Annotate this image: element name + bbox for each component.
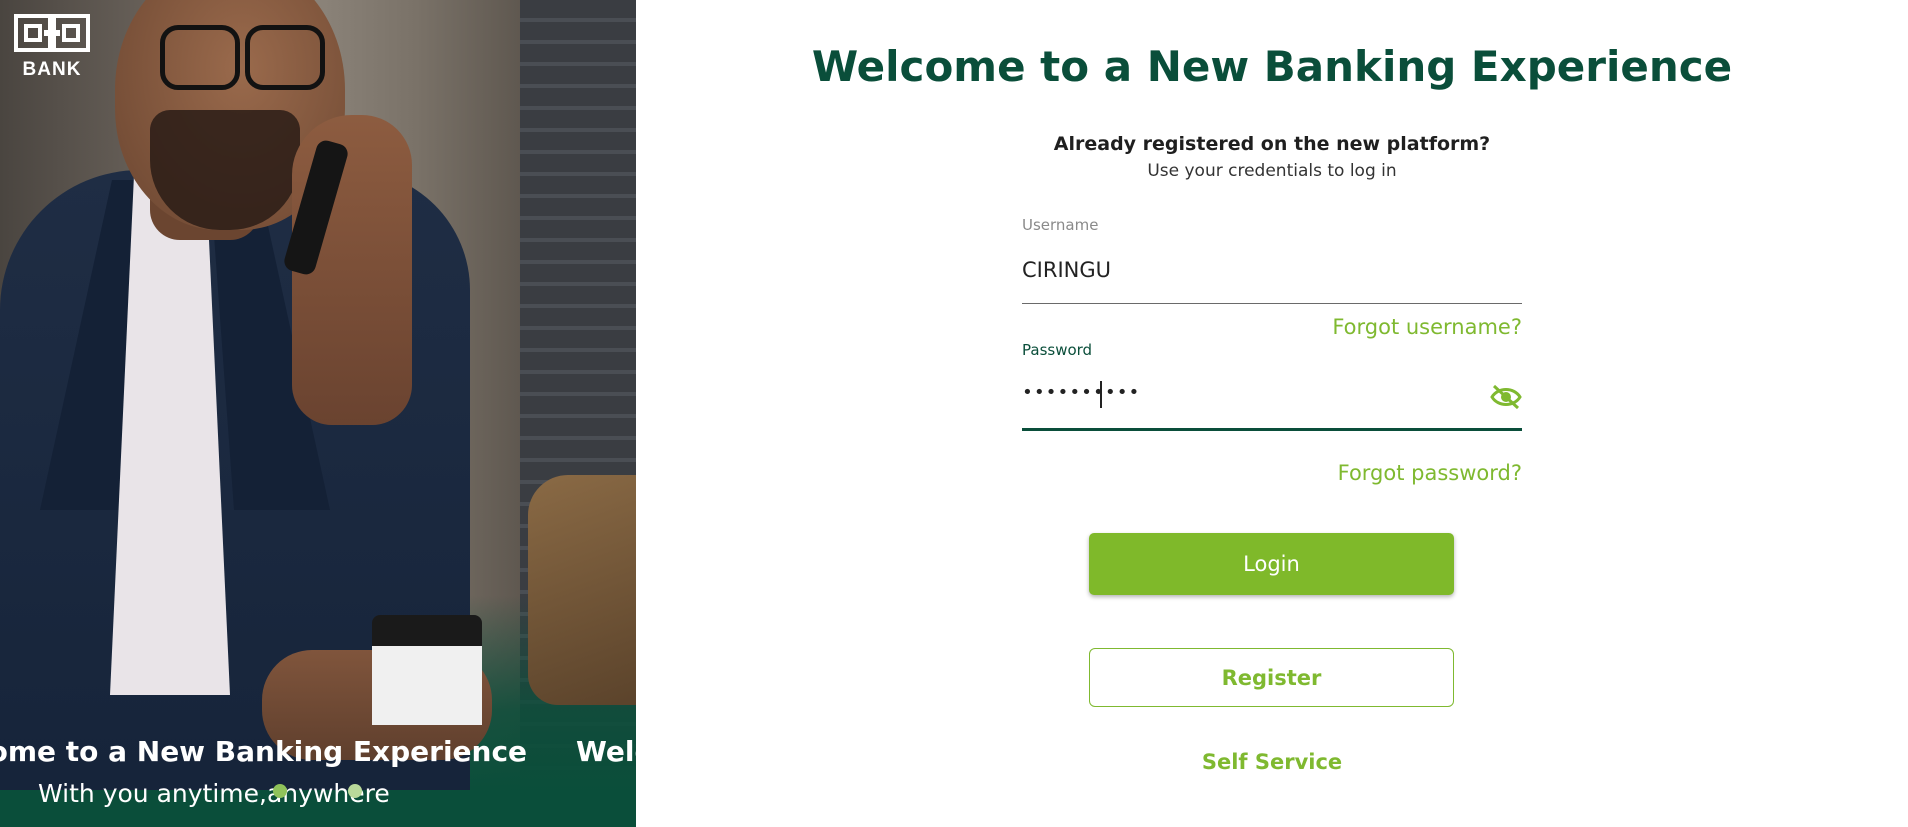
logo-mark-icon <box>14 14 90 52</box>
hero-slide-1 <box>0 0 520 827</box>
self-service-link[interactable]: Self Service <box>636 750 1908 774</box>
password-input[interactable]: •••••••••• <box>1022 382 1140 403</box>
forgot-username-link[interactable]: Forgot username? <box>1332 315 1522 339</box>
username-input[interactable]: CIRINGU <box>1022 258 1111 282</box>
forgot-password-link[interactable]: Forgot password? <box>1338 461 1522 485</box>
hero-carousel: BANK come to a New Banking Experience We… <box>0 0 636 827</box>
hero-slide-title: come to a New Banking Experience <box>0 735 528 768</box>
bank-logo: BANK <box>14 14 90 80</box>
logo-text: BANK <box>22 59 82 80</box>
username-label: Username <box>1022 216 1099 234</box>
coffee-cup <box>372 615 482 725</box>
password-label: Password <box>1022 341 1093 359</box>
register-button[interactable]: Register <box>1089 648 1454 707</box>
username-underline <box>1022 303 1522 304</box>
hero-slide-subtitle: With you anytime,anywhere <box>38 779 390 808</box>
already-registered-text: Already registered on the new platform? <box>1053 133 1491 155</box>
page-title: Welcome to a New Banking Experience <box>811 42 1733 91</box>
carousel-dot-2[interactable] <box>348 784 362 798</box>
carousel-dot-1[interactable] <box>273 784 287 798</box>
hero-bag <box>528 475 636 705</box>
password-underline <box>1022 428 1522 431</box>
text-caret <box>1100 381 1102 408</box>
glasses <box>160 25 240 90</box>
eye-off-icon[interactable] <box>1490 383 1522 411</box>
use-credentials-text: Use your credentials to log in <box>1147 161 1397 181</box>
hero-slide-title-next: Welc <box>576 735 636 768</box>
login-button[interactable]: Login <box>1089 533 1454 595</box>
